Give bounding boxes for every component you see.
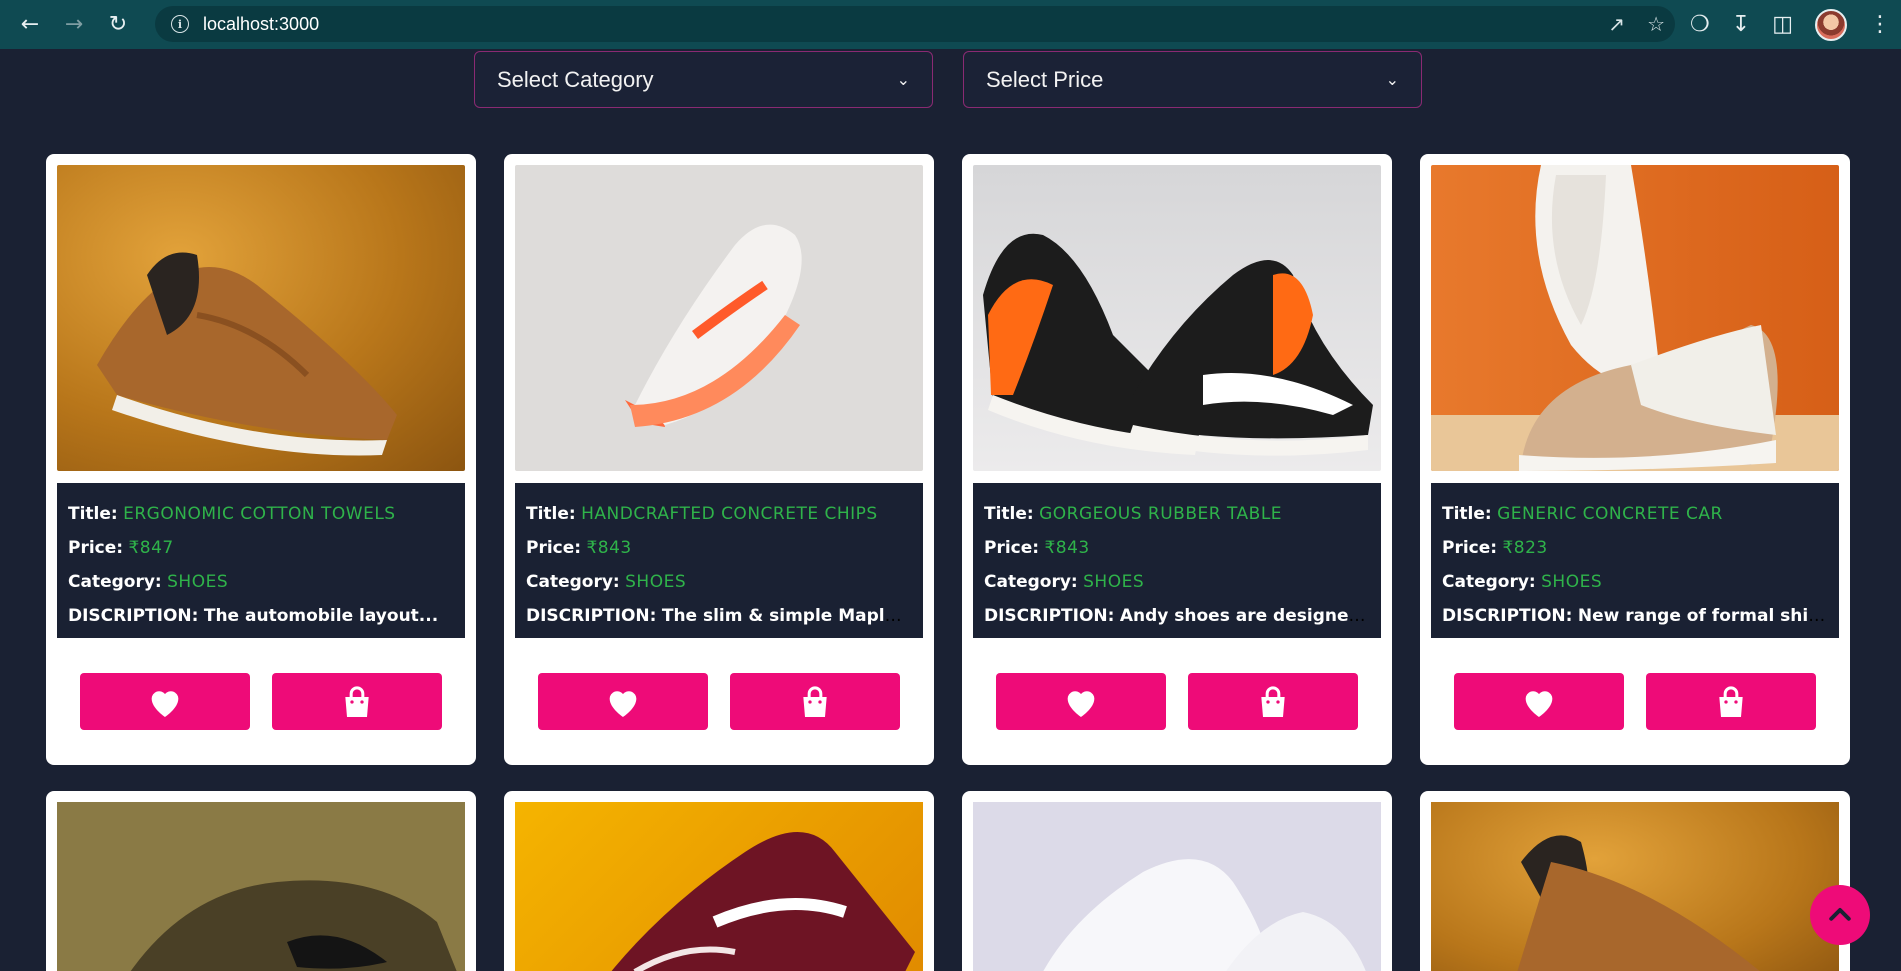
product-title: GENERIC CONCRETE CAR [1497, 504, 1723, 524]
product-category: SHOES [1083, 572, 1145, 592]
category-label: Category: [984, 572, 1078, 592]
product-title: ERGONOMIC COTTON TOWELS [123, 504, 396, 524]
chevron-up-icon [1829, 908, 1851, 921]
shopping-bag-icon [803, 685, 827, 717]
heart-icon [609, 690, 637, 717]
title-label: Title: [984, 504, 1034, 524]
product-card [1420, 791, 1850, 971]
product-image [1431, 165, 1839, 471]
product-image [1431, 802, 1839, 971]
shoe-illustration [611, 832, 915, 971]
product-description: The slim & simple Maple... [661, 606, 912, 626]
side-panel-icon[interactable]: ◫ [1772, 12, 1793, 37]
product-card: Title: GENERIC CONCRETE CAR Price: ₹823 … [1420, 154, 1850, 765]
bookmark-star-icon[interactable]: ☆ [1647, 12, 1665, 36]
shoe-illustration [97, 252, 397, 456]
product-info: Title: GORGEOUS RUBBER TABLE Price: ₹843… [973, 483, 1381, 638]
product-image [515, 802, 923, 971]
product-category: SHOES [1541, 572, 1603, 592]
price-label: Price: [984, 538, 1040, 558]
add-to-cart-button[interactable] [730, 673, 900, 730]
product-price: ₹843 [586, 538, 632, 558]
shopping-bag-icon [1261, 685, 1285, 717]
menu-kebab-icon[interactable]: ⋮ [1869, 12, 1891, 37]
chevron-down-icon: ⌄ [896, 71, 910, 89]
product-image [973, 802, 1381, 971]
description-label: DISCRIPTION: [1442, 606, 1573, 626]
profile-avatar[interactable] [1815, 8, 1847, 41]
product-description: The automobile layout... [203, 606, 439, 626]
product-info: Title: GENERIC CONCRETE CAR Price: ₹823 … [1431, 483, 1839, 638]
add-to-cart-button[interactable] [1646, 673, 1816, 730]
shoe-illustration [625, 224, 802, 427]
product-price: ₹843 [1044, 538, 1090, 558]
chevron-down-icon: ⌄ [1385, 71, 1399, 89]
address-bar[interactable]: i localhost:3000 ↗ ☆ [155, 6, 1675, 42]
category-select-label: Select Category [497, 66, 654, 92]
product-card: Title: ERGONOMIC COTTON TOWELS Price: ₹8… [46, 154, 476, 765]
scroll-to-top-button[interactable] [1810, 885, 1870, 945]
product-card: Title: GORGEOUS RUBBER TABLE Price: ₹843… [962, 154, 1392, 765]
product-description: Andy shoes are designed to... [1119, 606, 1370, 626]
heart-icon [151, 690, 179, 717]
share-icon[interactable]: ↗ [1608, 12, 1625, 36]
add-to-cart-button[interactable] [1188, 673, 1358, 730]
price-select-label: Select Price [986, 66, 1104, 92]
category-label: Category: [1442, 572, 1536, 592]
shopping-bag-icon [1719, 685, 1743, 717]
shoe-illustration [130, 880, 457, 971]
wishlist-button[interactable] [80, 673, 250, 730]
forward-icon[interactable]: → [54, 5, 94, 45]
shopping-bag-icon [345, 685, 369, 717]
product-title: GORGEOUS RUBBER TABLE [1039, 504, 1283, 524]
heart-icon [1067, 690, 1095, 717]
title-label: Title: [526, 504, 576, 524]
wishlist-button[interactable] [996, 673, 1166, 730]
download-icon[interactable]: ↧ [1732, 12, 1750, 37]
product-info: Title: ERGONOMIC COTTON TOWELS Price: ₹8… [57, 483, 465, 638]
price-select[interactable]: Select Price ⌄ [963, 51, 1422, 108]
heart-icon [1525, 690, 1553, 717]
browser-toolbar: ← → ↻ i localhost:3000 ↗ ☆ ❍ ↧ ◫ ⋮ [0, 0, 1901, 49]
site-info-icon[interactable]: i [171, 15, 189, 33]
title-label: Title: [68, 504, 118, 524]
product-category: SHOES [625, 572, 687, 592]
category-label: Category: [68, 572, 162, 592]
shoe-illustration [1043, 859, 1366, 971]
reload-icon[interactable]: ↻ [98, 5, 138, 45]
category-select[interactable]: Select Category ⌄ [474, 51, 933, 108]
product-price: ₹823 [1502, 538, 1548, 558]
add-to-cart-button[interactable] [272, 673, 442, 730]
shoe-illustration [1431, 165, 1839, 471]
wishlist-button[interactable] [538, 673, 708, 730]
back-icon[interactable]: ← [10, 5, 50, 45]
product-image [973, 165, 1381, 471]
product-info: Title: HANDCRAFTED CONCRETE CHIPS Price:… [515, 483, 923, 638]
product-category: SHOES [167, 572, 229, 592]
description-label: DISCRIPTION: [526, 606, 657, 626]
product-image [515, 165, 923, 471]
product-card [504, 791, 934, 971]
title-label: Title: [1442, 504, 1492, 524]
product-image [57, 165, 465, 471]
product-card [46, 791, 476, 971]
wishlist-button[interactable] [1454, 673, 1624, 730]
product-card: Title: HANDCRAFTED CONCRETE CHIPS Price:… [504, 154, 934, 765]
price-label: Price: [1442, 538, 1498, 558]
extensions-icon[interactable]: ❍ [1690, 12, 1710, 37]
price-label: Price: [68, 538, 124, 558]
product-title: HANDCRAFTED CONCRETE CHIPS [581, 504, 878, 524]
product-description: New range of formal shirts... [1577, 606, 1828, 626]
product-card [962, 791, 1392, 971]
shoe-illustration [983, 233, 1373, 456]
product-price: ₹847 [128, 538, 174, 558]
category-label: Category: [526, 572, 620, 592]
shoe-illustration [1517, 835, 1760, 971]
product-image [57, 802, 465, 971]
description-label: DISCRIPTION: [984, 606, 1115, 626]
description-label: DISCRIPTION: [68, 606, 199, 626]
address-url[interactable]: localhost:3000 [203, 14, 319, 35]
price-label: Price: [526, 538, 582, 558]
